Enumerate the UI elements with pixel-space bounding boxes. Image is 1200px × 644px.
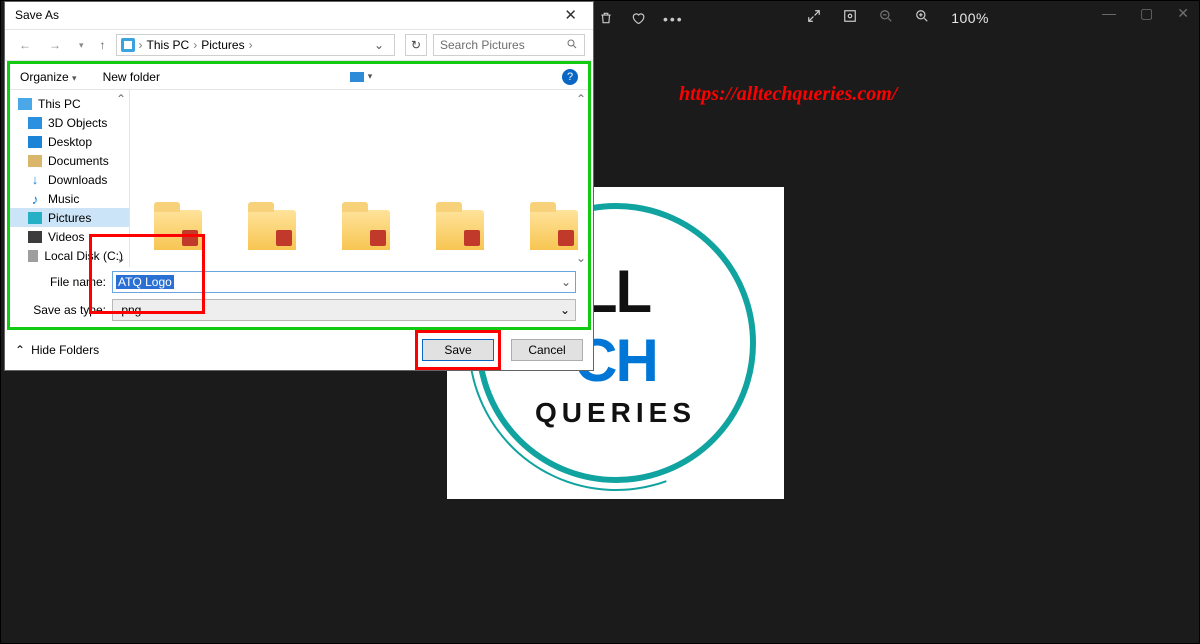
dialog-close-icon[interactable]: ✕	[558, 4, 583, 26]
folder-tile[interactable]	[342, 210, 390, 250]
chevron-down-icon: ▾	[72, 73, 77, 83]
cube-icon	[28, 117, 42, 129]
dialog-nav-bar: ← → ▾ ↑ › This PC › Pictures › ⌄ ↻ Searc…	[5, 30, 593, 62]
documents-icon	[28, 155, 42, 167]
app-left-icon-group: •••	[599, 11, 684, 28]
disk-icon	[28, 250, 38, 262]
breadcrumb-folder[interactable]: Pictures	[201, 38, 244, 52]
chevron-up-icon: ⌃	[15, 343, 25, 357]
save-button[interactable]: Save	[422, 339, 494, 361]
chevron-down-icon: ⌄	[560, 303, 570, 317]
sidebar-scroll-up-icon[interactable]: ⌃	[113, 92, 129, 106]
zoom-level: 100%	[951, 10, 989, 26]
save-as-dialog: Save As ✕ ← → ▾ ↑ › This PC › Pictures ›…	[4, 1, 594, 371]
sidebar-item-pictures[interactable]: Pictures	[10, 208, 129, 227]
search-input[interactable]: Search Pictures	[433, 34, 585, 56]
minimize-icon[interactable]: —	[1102, 5, 1116, 22]
breadcrumb-drive-icon	[121, 38, 135, 52]
view-controls[interactable]: ▾	[350, 71, 373, 82]
zoom-out-icon[interactable]	[879, 9, 893, 26]
overlay-url: https://alltechqueries.com/	[679, 83, 897, 106]
heart-icon[interactable]	[631, 11, 645, 28]
pc-icon	[18, 98, 32, 110]
chevron-right-icon: ›	[249, 38, 253, 52]
more-icon[interactable]: •••	[663, 11, 684, 28]
view-icon	[350, 72, 364, 82]
app-toolbar: 100%	[807, 9, 989, 26]
logo-text-bottom: QUERIES	[535, 397, 696, 429]
new-folder-button[interactable]: New folder	[103, 70, 160, 84]
organize-menu[interactable]: Organize ▾	[20, 70, 77, 84]
chevron-down-icon: ▾	[368, 71, 373, 82]
expand-icon[interactable]	[807, 9, 821, 26]
videos-icon	[28, 231, 42, 243]
dialog-toolbar: Organize ▾ New folder ▾ ?	[10, 64, 588, 90]
chevron-right-icon: ›	[193, 38, 197, 52]
sidebar-item-3d-objects[interactable]: 3D Objects	[10, 113, 129, 132]
search-icon	[566, 38, 578, 53]
zoom-in-icon[interactable]	[915, 9, 929, 26]
capture-icon[interactable]	[843, 9, 857, 26]
content-scroll-up-icon[interactable]: ⌃	[576, 92, 586, 106]
hide-folders-toggle[interactable]: ⌃ Hide Folders	[15, 343, 99, 357]
sidebar-item-desktop[interactable]: Desktop	[10, 132, 129, 151]
sidebar-item-this-pc[interactable]: This PC	[10, 94, 129, 113]
nav-recent-icon[interactable]: ▾	[73, 38, 90, 53]
app-window-controls: — ▢ ✕	[1102, 5, 1189, 22]
breadcrumb[interactable]: › This PC › Pictures › ⌄	[116, 34, 395, 56]
folder-tile[interactable]	[248, 210, 296, 250]
breadcrumb-root[interactable]: This PC	[147, 38, 190, 52]
refresh-button[interactable]: ↻	[405, 34, 427, 56]
nav-forward-icon[interactable]: →	[43, 36, 67, 54]
trash-icon[interactable]	[599, 11, 613, 28]
help-icon[interactable]: ?	[562, 69, 578, 85]
music-icon: ♪	[28, 193, 42, 205]
dialog-title: Save As	[15, 8, 59, 22]
folder-tile[interactable]	[530, 210, 578, 250]
folder-tile[interactable]	[436, 210, 484, 250]
cancel-button[interactable]: Cancel	[511, 339, 583, 361]
download-icon: ↓	[28, 174, 42, 186]
desktop-icon	[28, 136, 42, 148]
maximize-icon[interactable]: ▢	[1140, 5, 1153, 22]
highlight-frame-red-fields	[89, 234, 205, 314]
dialog-footer: ⌃ Hide Folders Save Cancel	[5, 330, 593, 370]
nav-up-icon[interactable]: ↑	[96, 36, 110, 54]
folder-grid	[154, 210, 578, 250]
close-icon[interactable]: ✕	[1177, 5, 1189, 22]
highlight-frame-red-save: Save	[415, 330, 501, 370]
sidebar-item-music[interactable]: ♪Music	[10, 189, 129, 208]
chevron-right-icon: ›	[139, 38, 143, 52]
sidebar-item-documents[interactable]: Documents	[10, 151, 129, 170]
nav-back-icon[interactable]: ←	[13, 36, 37, 54]
search-placeholder: Search Pictures	[440, 38, 525, 52]
pictures-icon	[28, 212, 42, 224]
sidebar-item-downloads[interactable]: ↓Downloads	[10, 170, 129, 189]
breadcrumb-dropdown-icon[interactable]: ⌄	[368, 38, 390, 52]
dialog-titlebar: Save As ✕	[5, 2, 593, 30]
chevron-down-icon[interactable]: ⌄	[561, 275, 571, 289]
content-scroll-down-icon[interactable]: ⌄	[576, 251, 586, 265]
